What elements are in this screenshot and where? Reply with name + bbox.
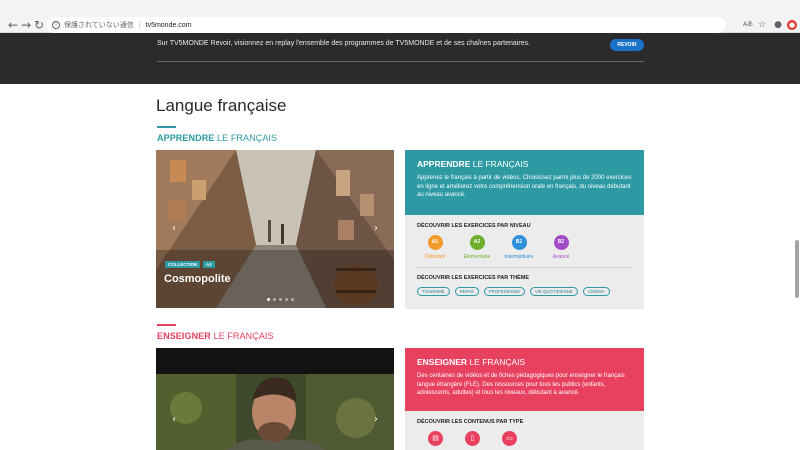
- level-badge: A2: [469, 235, 485, 250]
- url-text: tv5monde.com: [145, 21, 192, 29]
- level-item[interactable]: B2 Avancé: [546, 235, 576, 260]
- carousel-prev-button[interactable]: ‹: [170, 414, 178, 426]
- level-badge: A1: [427, 235, 443, 250]
- back-button[interactable]: ←: [6, 18, 20, 32]
- level-badge: B1: [511, 235, 527, 250]
- section-label-apprendre[interactable]: APPRENDRE LE FRANÇAIS: [157, 133, 277, 143]
- levels-heading: DÉCOUVRIR LES EXERCICES PAR NIVEAU: [417, 223, 531, 229]
- types-heading: DÉCOUVRIR LES CONTENUS PAR TYPE: [417, 419, 524, 425]
- carousel-next-button[interactable]: ›: [372, 223, 380, 235]
- level-item[interactable]: A2 Élémentaire: [462, 235, 492, 260]
- theme-pill[interactable]: PROFESSIONS: [483, 287, 525, 296]
- theme-pill[interactable]: CINÉMA: [582, 287, 610, 296]
- enseigner-carousel[interactable]: ‹ ›: [156, 348, 394, 450]
- themes-heading: DÉCOUVRIR LES EXERCICES PAR THÈME: [417, 275, 530, 281]
- panel-title[interactable]: ENSEIGNER LE FRANÇAIS: [417, 357, 632, 367]
- replay-banner: Sur TV5MONDE Revoir, visionnez en replay…: [0, 33, 800, 84]
- theme-pill[interactable]: TOURISME: [417, 287, 450, 296]
- carousel-prev-button[interactable]: ‹: [170, 223, 178, 235]
- level-badge: B2: [553, 235, 569, 250]
- carousel-dot[interactable]: [291, 298, 294, 301]
- enseigner-panel: ENSEIGNER LE FRANÇAIS Des centaines de v…: [405, 348, 644, 450]
- carousel-dot[interactable]: [285, 298, 288, 301]
- level-label: Élémentaire: [463, 254, 491, 260]
- divider: [157, 61, 644, 62]
- divider: [417, 267, 632, 268]
- level-tag: A2: [203, 261, 215, 268]
- apprendre-panel: APPRENDRE LE FRANÇAIS Apprenez le frança…: [405, 150, 644, 309]
- panel-description: Des centaines de vidéos et de fiches péd…: [417, 373, 625, 396]
- carousel-dot[interactable]: [267, 298, 270, 301]
- level-item[interactable]: B1 Intermédiaire: [504, 235, 534, 260]
- panel-header: APPRENDRE LE FRANÇAIS Apprenez le frança…: [405, 150, 644, 215]
- browser-toolbar: ← → ↻ i 保護されていない通信 | tv5monde.com Aあ ☆ ●…: [0, 0, 800, 33]
- carousel-image: [156, 348, 394, 450]
- apprendre-carousel[interactable]: ‹ › COLLECTION A2 Cosmopolite: [156, 150, 394, 308]
- page-title: Langue française: [156, 96, 287, 115]
- section-rule: [157, 126, 176, 128]
- carousel-title[interactable]: Cosmopolite: [164, 273, 231, 285]
- level-label: Intermédiaire: [504, 254, 534, 260]
- forward-button[interactable]: →: [19, 18, 33, 32]
- section-label-enseigner[interactable]: ENSEIGNER LE FRANÇAIS: [157, 331, 274, 341]
- type-list: ▤ ▯ ▭: [428, 431, 632, 446]
- panel-title[interactable]: APPRENDRE LE FRANÇAIS: [417, 159, 632, 169]
- carousel-dot[interactable]: [273, 298, 276, 301]
- folder-icon[interactable]: ▭: [502, 431, 517, 446]
- carousel-dots: [267, 298, 294, 301]
- info-icon[interactable]: i: [52, 21, 60, 29]
- section-rule: [157, 324, 176, 326]
- level-label: Débutant: [424, 254, 446, 260]
- panel-description: Apprenez le français à partir de vidéos.…: [417, 175, 632, 198]
- page-scrollbar[interactable]: [795, 240, 799, 298]
- divider: |: [138, 21, 141, 29]
- level-label: Avancé: [552, 254, 570, 260]
- profile-icon[interactable]: ●: [772, 19, 784, 31]
- revoir-button[interactable]: REVOIR: [610, 39, 644, 51]
- panel-body: DÉCOUVRIR LES CONTENUS PAR TYPE ▤ ▯ ▭: [405, 411, 644, 450]
- theme-list: TOURISME REPAS PROFESSIONS VIE QUOTIDIENNE C…: [417, 287, 632, 296]
- level-item[interactable]: A1 Débutant: [420, 235, 450, 260]
- reload-button[interactable]: ↻: [32, 18, 46, 32]
- star-icon[interactable]: ☆: [756, 19, 768, 31]
- translate-icon[interactable]: Aあ: [742, 19, 754, 31]
- phone-icon[interactable]: ▯: [465, 431, 480, 446]
- extension-icon[interactable]: ●: [787, 20, 797, 30]
- carousel-dot[interactable]: [279, 298, 282, 301]
- security-label: 保護されていない通信: [64, 22, 134, 29]
- collection-tag: COLLECTION: [165, 261, 201, 268]
- panel-header: ENSEIGNER LE FRANÇAIS Des centaines de v…: [405, 348, 644, 411]
- banner-text: Sur TV5MONDE Revoir, visionnez en replay…: [157, 40, 531, 47]
- level-list: A1 Débutant A2 Élémentaire B1 Intermédiaire B2…: [420, 235, 632, 260]
- address-bar[interactable]: i 保護されていない通信 | tv5monde.com: [46, 17, 726, 33]
- document-icon[interactable]: ▤: [428, 431, 443, 446]
- theme-pill[interactable]: VIE QUOTIDIENNE: [529, 287, 578, 296]
- carousel-next-button[interactable]: ›: [372, 414, 380, 426]
- panel-body: DÉCOUVRIR LES EXERCICES PAR NIVEAU A1 Déb…: [405, 215, 644, 309]
- theme-pill[interactable]: REPAS: [454, 287, 479, 296]
